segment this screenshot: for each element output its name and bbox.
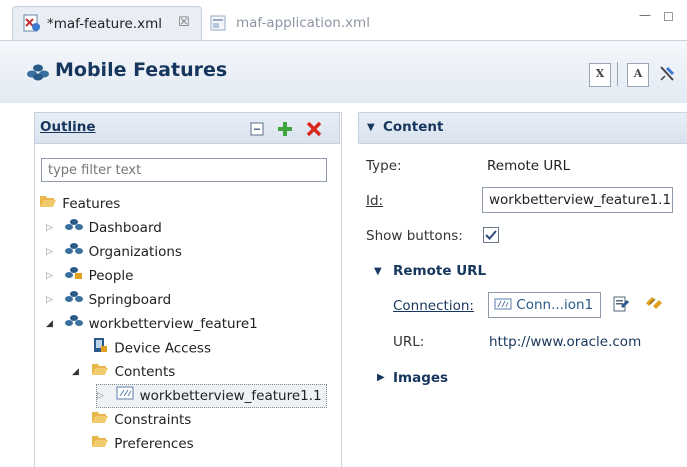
folder-icon (90, 409, 110, 431)
tree-item-features[interactable]: Features (38, 193, 120, 215)
outline-title: Outline (40, 119, 96, 135)
toolbar-separator (617, 62, 618, 86)
connection-icon (494, 298, 512, 310)
folder-open-icon (38, 193, 58, 215)
tree-item-label: Organizations (88, 244, 182, 260)
remote-url-section-title[interactable]: Remote URL (393, 263, 486, 279)
url-label: URL: (393, 334, 425, 350)
tree-item-organizations[interactable]: ▷ Organizations (46, 241, 182, 263)
section-expand-icon[interactable]: ▶ (377, 372, 385, 383)
collapse-all-icon[interactable] (249, 121, 265, 141)
content-title: Content (383, 119, 444, 135)
tree-item-people[interactable]: ▷ People (46, 265, 133, 287)
tree-item-springboard[interactable]: ▷ Springboard (46, 289, 171, 311)
type-value: Remote URL (487, 158, 571, 174)
tree-item-label: Springboard (88, 292, 172, 308)
validate-button[interactable]: A (627, 63, 649, 87)
tree-item-label: Constraints (114, 412, 192, 428)
tree-item-label: Features (62, 196, 121, 212)
add-connection-icon[interactable] (643, 294, 665, 316)
section-collapse-icon[interactable]: ▼ (374, 266, 382, 277)
delete-icon[interactable] (306, 121, 322, 141)
xml-view-button[interactable]: X (589, 63, 611, 87)
tab-maf-feature[interactable]: *maf-feature.xml ☒ (12, 6, 202, 41)
add-icon[interactable] (276, 120, 294, 142)
folder-icon (90, 433, 110, 455)
folder-open-icon (90, 361, 110, 383)
maximize-icon[interactable]: ☐ (663, 10, 674, 24)
show-buttons-checkbox[interactable] (483, 227, 499, 247)
feature-icon (64, 217, 84, 239)
collapse-arrow-icon[interactable]: ◢ (72, 361, 86, 383)
feature-locked-icon (64, 265, 84, 287)
tree-item-label: Dashboard (88, 220, 162, 236)
expand-arrow-icon[interactable]: ▷ (46, 241, 60, 263)
expand-arrow-icon[interactable]: ▷ (97, 385, 111, 407)
device-access-icon (90, 337, 110, 360)
xml-file-icon (210, 14, 228, 36)
type-label: Type: (366, 158, 402, 174)
connection-input[interactable]: Conn...ion1 (488, 292, 601, 318)
xml-file-icon (23, 14, 41, 36)
id-label: Id: (366, 193, 384, 209)
edit-connection-icon[interactable] (612, 295, 630, 317)
pin-icon[interactable] (657, 64, 677, 88)
tree-item-label: Device Access (114, 340, 211, 357)
id-input[interactable]: workbetterview_feature1.1 (482, 187, 673, 213)
tree-item-preferences[interactable]: Preferences (90, 433, 194, 455)
feature-icon (64, 289, 84, 311)
tree-item-label: People (88, 268, 134, 284)
connection-value: Conn...ion1 (516, 297, 594, 313)
tree-item-constraints[interactable]: Constraints (90, 409, 191, 431)
tree-item-dashboard[interactable]: ▷ Dashboard (46, 217, 162, 239)
collapse-arrow-icon[interactable]: ◢ (46, 313, 60, 335)
tab-label: *maf-feature.xml (47, 16, 162, 32)
minimize-icon[interactable]: — (639, 8, 651, 22)
tree-item-label: Contents (114, 364, 176, 380)
close-tab-icon[interactable]: ☒ (178, 15, 190, 30)
tree-item-contents[interactable]: ◢ Contents (72, 361, 175, 383)
tree-item-label: workbetterview_feature1 (88, 316, 258, 332)
tab-label: maf-application.xml (236, 15, 370, 31)
remote-url-icon (115, 385, 135, 407)
show-buttons-label: Show buttons: (366, 228, 463, 244)
tree-item-workbetterview-feature1-1[interactable]: ▷ workbetterview_feature1.1 (96, 384, 327, 408)
tree-item-label: workbetterview_feature1.1 (139, 388, 322, 404)
images-section-title[interactable]: Images (393, 370, 448, 386)
filter-input[interactable] (41, 158, 327, 182)
page-title: Mobile Features (55, 59, 228, 81)
expand-arrow-icon[interactable]: ▷ (46, 289, 60, 311)
tab-maf-application[interactable]: maf-application.xml (206, 6, 396, 40)
tree-item-device-access[interactable]: Device Access (90, 337, 211, 359)
tree-item-label: Preferences (114, 436, 194, 452)
expand-arrow-icon[interactable]: ▷ (46, 217, 60, 239)
expand-arrow-icon[interactable]: ▷ (46, 265, 60, 287)
mobile-features-icon (26, 62, 50, 86)
feature-icon (64, 241, 84, 263)
tree-item-workbetterview-feature1[interactable]: ◢ workbetterview_feature1 (46, 313, 258, 335)
feature-icon (64, 313, 84, 335)
section-collapse-icon[interactable]: ▼ (367, 122, 375, 133)
url-value[interactable]: http://www.oracle.com (489, 334, 641, 350)
connection-link[interactable]: Connection: (393, 298, 474, 314)
